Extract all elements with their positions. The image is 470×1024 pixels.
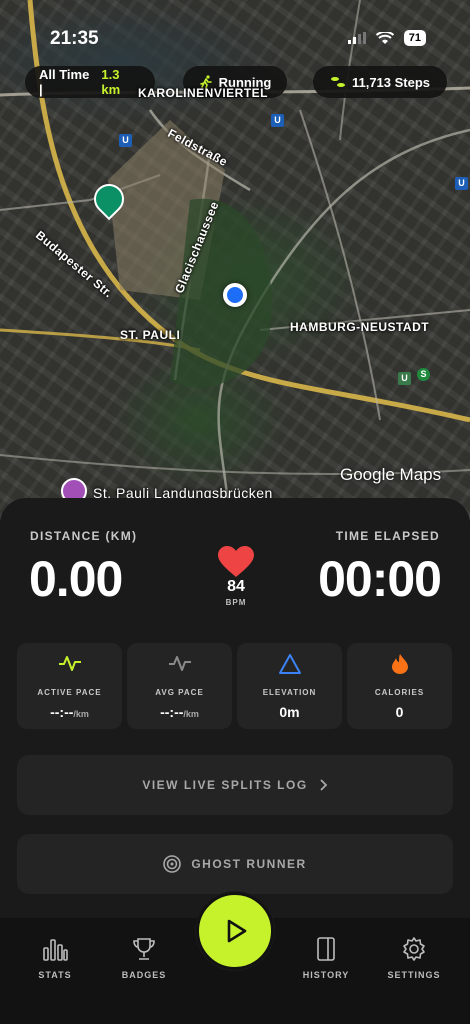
heart-icon (218, 546, 254, 577)
s-bahn-station-icon[interactable]: S (417, 368, 430, 381)
gear-icon (403, 937, 425, 961)
card-label: ELEVATION (262, 688, 317, 697)
distance-value: 0.00 (29, 551, 123, 607)
elevation-card[interactable]: ELEVATION 0m (237, 643, 342, 729)
active-pace-card[interactable]: ACTIVE PACE --:--/km (17, 643, 122, 729)
subway-station-icon[interactable]: U (455, 177, 468, 190)
history-book-icon (317, 937, 335, 961)
bpm-unit: BPM (225, 598, 247, 607)
tab-settings[interactable]: SETTINGS (374, 936, 454, 980)
tab-history-label: HISTORY (302, 970, 350, 980)
map-view[interactable]: 21:35 71 All Time | 1.3 km Running 11,71… (0, 0, 470, 520)
flame-icon (391, 654, 408, 674)
time-elapsed-value: 00:00 (318, 551, 442, 607)
tab-settings-label: SETTINGS (387, 970, 441, 980)
splits-log-label: VIEW LIVE SPLITS LOG (142, 778, 308, 792)
steps-count: 11,713 Steps (351, 74, 431, 90)
steps-pill[interactable]: 11,713 Steps (313, 66, 447, 98)
map-label-hamburg-neustadt: HAMBURG-NEUSTADT (290, 320, 430, 334)
chevron-right-icon (320, 779, 327, 791)
trophy-icon (133, 938, 155, 960)
wifi-icon (375, 31, 394, 44)
map-label-st-pauli: ST. PAULI (120, 328, 181, 342)
tab-badges[interactable]: BADGES (104, 936, 184, 980)
google-maps-attribution: Google Maps (340, 465, 442, 484)
heart-rate: 84 BPM (208, 546, 264, 607)
user-location-marker (223, 283, 247, 307)
triangle-icon (278, 654, 301, 674)
card-value: --:--/km (160, 704, 199, 720)
calories-card[interactable]: CALORIES 0 (347, 643, 452, 729)
cellular-signal-icon (347, 32, 366, 44)
card-value: 0m (279, 704, 300, 720)
train-station-icon[interactable]: U (398, 372, 411, 385)
card-label: ACTIVE PACE (37, 688, 102, 697)
card-label: AVG PACE (155, 688, 204, 697)
status-icons: 71 (347, 30, 426, 46)
card-label: CALORIES (374, 688, 425, 697)
subway-station-icon[interactable]: U (119, 134, 132, 147)
card-value: 0 (395, 704, 404, 720)
pulse-icon (168, 656, 191, 671)
target-icon (163, 855, 182, 873)
status-bar: 21:35 71 (0, 0, 470, 60)
ghost-runner-button[interactable]: GHOST RUNNER (17, 834, 453, 894)
bpm-value: 84 (227, 578, 245, 595)
footsteps-icon (330, 77, 345, 87)
start-workout-button[interactable] (196, 892, 274, 970)
ghost-runner-label: GHOST RUNNER (191, 857, 307, 871)
view-live-splits-log-button[interactable]: VIEW LIVE SPLITS LOG (17, 755, 453, 815)
distance-label: DISTANCE (KM) (30, 529, 138, 543)
period-distance: 1.3 km (101, 67, 121, 97)
map-label-karolinenviertel: KAROLINENVIERTEL (138, 86, 269, 100)
pulse-icon (58, 656, 81, 671)
time-elapsed-label: TIME ELAPSED (335, 529, 440, 543)
subway-station-icon[interactable]: U (271, 114, 284, 127)
avg-pace-card[interactable]: AVG PACE --:--/km (127, 643, 232, 729)
play-icon (227, 919, 247, 943)
tab-stats-label: STATS (38, 970, 72, 980)
battery-indicator: 71 (403, 30, 426, 46)
card-value: --:--/km (50, 704, 89, 720)
bar-chart-icon (43, 939, 68, 961)
tab-badges-label: BADGES (121, 970, 167, 980)
tab-stats[interactable]: STATS (15, 936, 95, 980)
period-label: All Time | (39, 67, 90, 97)
period-distance-pill[interactable]: All Time | 1.3 km (25, 66, 155, 98)
status-time: 21:35 (50, 28, 99, 49)
tab-history[interactable]: HISTORY (286, 936, 366, 980)
